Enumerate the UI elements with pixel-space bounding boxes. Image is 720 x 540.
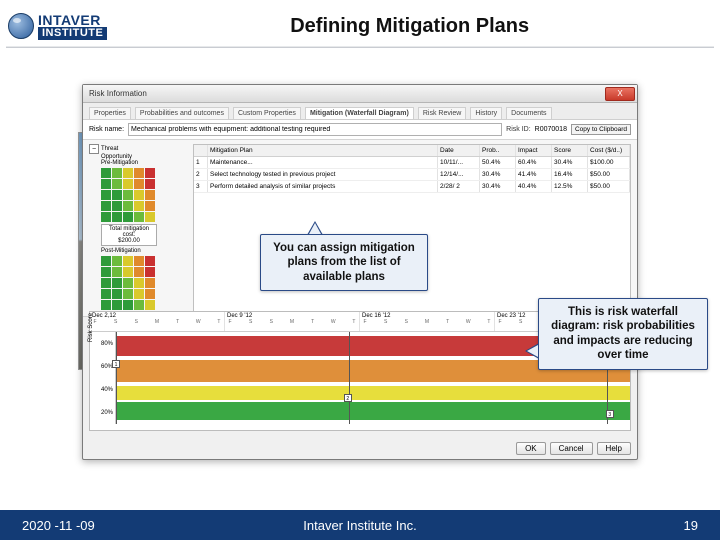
marker-1: 1 — [112, 360, 120, 368]
table-row[interactable]: 3Perform detailed analysis of similar pr… — [194, 181, 630, 193]
dialog-tabs: Properties Probabilities and outcomes Cust… — [83, 103, 637, 120]
logo-text-top: INTAVER — [38, 13, 107, 27]
callout-assign-plans: You can assign mitigation plans from the… — [260, 234, 428, 291]
tab-4[interactable]: Risk Review — [418, 107, 467, 119]
callout-waterfall: This is risk waterfall diagram: risk pro… — [538, 298, 708, 370]
footer-page: 19 — [684, 518, 698, 533]
risk-name-label: Risk name: — [89, 126, 124, 133]
table-row[interactable]: 1Maintenance...10/11/...50.4%60.4%30.4%$… — [194, 157, 630, 169]
footer-date: 2020 -11 -09 — [22, 518, 95, 533]
tab-6[interactable]: Documents — [506, 107, 551, 119]
marker-3: 3 — [606, 410, 614, 418]
close-button[interactable]: X — [605, 87, 635, 101]
header-divider — [6, 46, 714, 48]
tab-5[interactable]: History — [470, 107, 502, 119]
table-row[interactable]: 2Select technology tested in previous pr… — [194, 169, 630, 181]
heatmap-pre — [101, 168, 189, 222]
matrix-panel: −Threat Opportunity Pre-Mitigation Total… — [89, 144, 189, 312]
marker-2: 2 — [344, 394, 352, 402]
slide-header: INTAVER INSTITUTE Defining Mitigation Pl… — [0, 0, 720, 46]
dialog-buttons: OK Cancel Help — [516, 442, 631, 455]
matrix-row-postmitigation: Post-Mitigation — [101, 248, 141, 254]
heatmap-post — [101, 256, 189, 310]
total-cost-box: Total mitigation cost: $200.00 — [101, 224, 157, 246]
risk-id-value: R0070018 — [535, 126, 567, 133]
risk-id-label: Risk ID: — [506, 126, 531, 133]
slide-footer: 2020 -11 -09 Intaver Institute Inc. 19 — [0, 510, 720, 540]
dialog-title: Risk Information — [89, 89, 147, 98]
slide-title: Defining Mitigation Plans — [107, 15, 712, 38]
tab-3[interactable]: Mitigation (Waterfall Diagram) — [305, 107, 414, 119]
expand-threat-button[interactable]: − — [89, 144, 99, 154]
matrix-row-premitigation: Pre-Mitigation — [101, 160, 138, 166]
risk-name-row: Risk name: Risk ID: R0070018 Copy to Cli… — [83, 120, 637, 140]
logo: INTAVER INSTITUTE — [8, 13, 107, 40]
help-button[interactable]: Help — [597, 442, 631, 455]
band-yellow — [116, 386, 630, 400]
tab-1[interactable]: Probabilities and outcomes — [135, 107, 229, 119]
band-green — [116, 402, 630, 420]
dialog-titlebar: Risk Information X — [83, 85, 637, 103]
matrix-row-threat: Threat — [101, 146, 118, 152]
logo-globe-icon — [8, 13, 34, 39]
tab-2[interactable]: Custom Properties — [233, 107, 301, 119]
risk-name-input[interactable] — [128, 123, 502, 136]
logo-text-bottom: INSTITUTE — [38, 27, 107, 40]
copy-clipboard-button[interactable]: Copy to Clipboard — [571, 124, 631, 135]
tab-0[interactable]: Properties — [89, 107, 131, 119]
cancel-button[interactable]: Cancel — [550, 442, 593, 455]
footer-org: Intaver Institute Inc. — [303, 518, 416, 533]
ok-button[interactable]: OK — [516, 442, 546, 455]
